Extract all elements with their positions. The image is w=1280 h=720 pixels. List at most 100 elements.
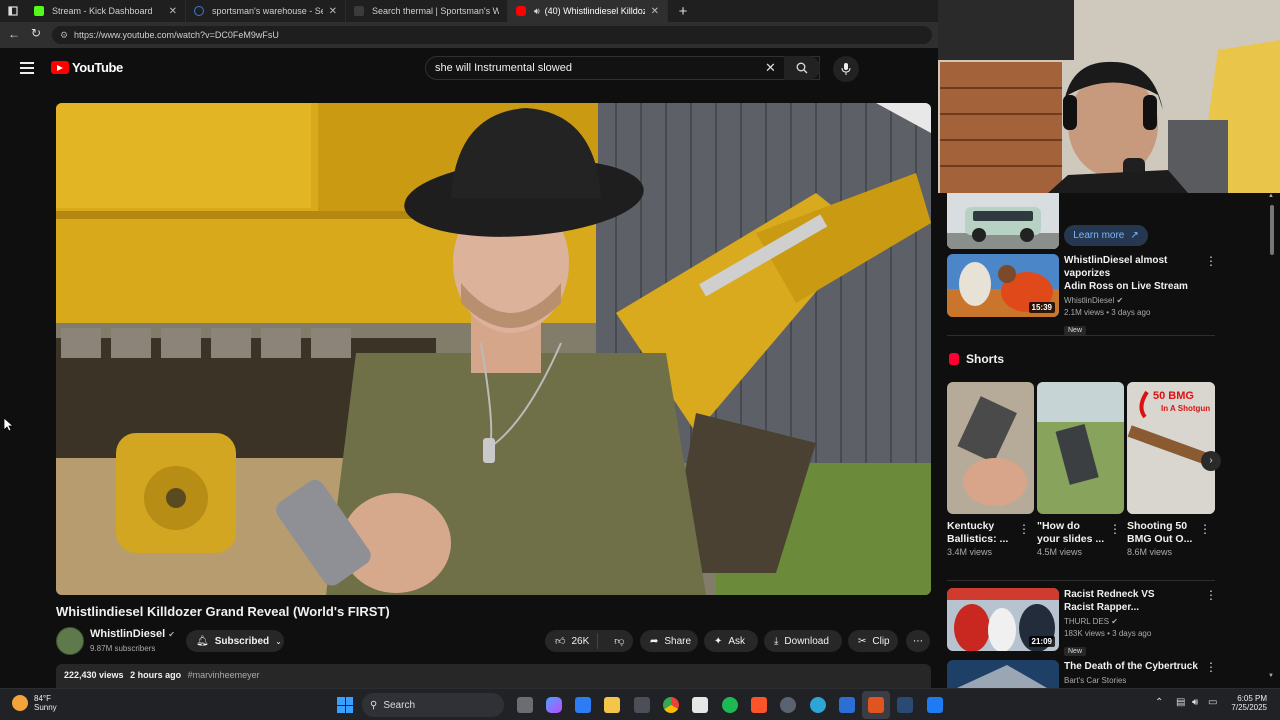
youtube-logo[interactable]: YouTube xyxy=(51,60,123,75)
dislike-button[interactable]: 👎︎ xyxy=(604,635,634,647)
more-vertical-icon[interactable]: ⋮ xyxy=(1205,254,1217,268)
download-icon: ⤓ xyxy=(774,635,779,647)
more-vertical-icon[interactable]: ⋮ xyxy=(1109,522,1121,536)
tab-sportsmans-thermal[interactable]: Search thermal | Sportsman's Wa xyxy=(346,0,508,22)
menu-icon[interactable] xyxy=(20,62,34,74)
more-vertical-icon[interactable]: ⋮ xyxy=(1199,522,1211,536)
chevron-down-icon: ⌄ xyxy=(275,636,282,646)
media-app-icon[interactable] xyxy=(692,697,708,713)
sidebar-video-meta: 2.1M views • 3 days ago xyxy=(1064,308,1151,317)
more-actions-button[interactable]: ⋯ xyxy=(906,630,930,652)
new-badge: New xyxy=(1064,326,1087,335)
sidebar-video-thumbnail[interactable]: 21:09 xyxy=(947,588,1059,651)
site-info-icon[interactable]: ⚙︎ xyxy=(60,26,68,44)
store-icon[interactable] xyxy=(634,697,650,713)
todo-icon[interactable] xyxy=(575,697,591,713)
system-clock[interactable]: 6:05 PM 7/25/2025 xyxy=(1225,694,1267,712)
app-icon[interactable] xyxy=(839,697,855,713)
brave-icon[interactable] xyxy=(751,697,767,713)
tab-sportsmans-search[interactable]: sportsman's warehouse - Search ✕ xyxy=(186,0,346,22)
subscriber-count: 9.87M subscribers xyxy=(90,644,156,653)
like-button[interactable]: 👍︎ 26K xyxy=(545,633,599,649)
subscribed-button[interactable]: 🔔︎ Subscribed ⌄ xyxy=(186,630,284,652)
upload-time: 2 hours ago xyxy=(130,670,182,680)
channel-name[interactable]: WhistlinDiesel ✔︎ xyxy=(90,628,175,640)
reload-icon[interactable]: ↻ xyxy=(31,26,41,40)
search-button[interactable] xyxy=(784,56,820,80)
speaker-icon[interactable]: 🔊︎ xyxy=(534,6,540,17)
close-tab-icon[interactable]: ✕ xyxy=(329,6,337,17)
clip-button[interactable]: ✂︎ Clip xyxy=(848,630,898,652)
thumbs-down-icon: 👎︎ xyxy=(614,636,625,647)
back-icon[interactable]: ← xyxy=(8,27,20,41)
file-explorer-icon[interactable] xyxy=(604,697,620,713)
network-icon[interactable]: ▤ xyxy=(1176,697,1185,708)
hashtag-link[interactable]: #marvinheemeyer xyxy=(188,670,260,680)
taskbar-search[interactable]: ⚲ Search xyxy=(362,693,504,717)
sidebar-video-info[interactable]: WhistlinDiesel almost vaporizes Adin Ros… xyxy=(1064,254,1204,337)
tab-list-icon[interactable] xyxy=(0,0,26,22)
sparkle-icon: ✦ xyxy=(714,635,723,647)
edge-icon[interactable] xyxy=(810,697,826,713)
tab-kick-dashboard[interactable]: Stream - Kick Dashboard ✕ xyxy=(26,0,186,22)
url-field[interactable]: ⚙︎ https://www.youtube.com/watch?v=DC0Fe… xyxy=(52,26,932,44)
close-tab-icon[interactable]: ✕ xyxy=(651,6,659,17)
facebook-icon[interactable] xyxy=(927,697,943,713)
steam-client-icon[interactable] xyxy=(897,697,913,713)
short-info[interactable]: Kentucky Ballistics: ... 3.4M views xyxy=(947,520,1025,558)
short-info[interactable]: Shooting 50 BMG Out O... 8.6M views xyxy=(1127,520,1205,558)
description-box[interactable]: 222,430 views 2 hours ago #marvinheemeye… xyxy=(56,664,931,688)
ask-button[interactable]: ✦ Ask xyxy=(704,630,758,652)
car-thumbnail xyxy=(947,193,1059,249)
close-tab-icon[interactable]: ✕ xyxy=(169,6,177,17)
ad-thumbnail[interactable] xyxy=(947,193,1059,249)
scrollbar[interactable]: ▲ ▼ xyxy=(1268,193,1276,683)
download-button[interactable]: ⤓ Download xyxy=(764,630,842,652)
short-thumbnail[interactable] xyxy=(947,382,1034,514)
short-thumbnail[interactable] xyxy=(1037,382,1124,514)
scroll-down-arrow[interactable]: ▼ xyxy=(1268,673,1274,679)
video-duration: 21:09 xyxy=(1028,636,1055,647)
chevron-up-icon[interactable]: ⌃ xyxy=(1155,697,1163,708)
more-vertical-icon[interactable]: ⋮ xyxy=(1205,588,1217,602)
youtube-header: YouTube she will Instrumental slowed ✕ xyxy=(0,48,940,90)
browser-tab-bar: Stream - Kick Dashboard ✕ sportsman's wa… xyxy=(0,0,940,22)
copilot-icon[interactable] xyxy=(546,697,562,713)
search-icon xyxy=(194,6,204,16)
shorts-icon xyxy=(949,353,959,365)
sidebar-video-info[interactable]: The Death of the Cybertruck Bart's Car S… xyxy=(1064,660,1204,687)
short-thumbnail[interactable]: 50 BMG In A Shotgun xyxy=(1127,382,1215,514)
video-player[interactable] xyxy=(56,103,931,595)
weather-widget[interactable]: 84°F Sunny xyxy=(12,694,57,712)
sidebar-video-thumbnail[interactable] xyxy=(947,660,1059,688)
streaming-app-icon[interactable] xyxy=(868,697,884,713)
search-input[interactable]: she will Instrumental slowed ✕ xyxy=(425,56,820,80)
start-button[interactable] xyxy=(337,697,353,713)
clear-search-icon[interactable]: ✕ xyxy=(765,57,776,79)
spotify-icon[interactable] xyxy=(722,697,738,713)
volume-icon[interactable]: 🔊︎ xyxy=(1192,697,1198,708)
steam-icon[interactable] xyxy=(780,697,796,713)
sidebar-video-thumbnail[interactable]: 15:39 xyxy=(947,254,1059,317)
shorts-next-button[interactable]: › xyxy=(1201,451,1221,471)
thumbs-up-icon: 👍︎ xyxy=(555,636,566,647)
sidebar-video-info[interactable]: Racist Redneck VS Racist Rapper... THURL… xyxy=(1064,588,1204,658)
scrollbar-thumb[interactable] xyxy=(1270,205,1274,255)
more-vertical-icon[interactable]: ⋮ xyxy=(1018,522,1030,536)
channel-avatar[interactable] xyxy=(56,627,84,655)
video-frame xyxy=(56,103,931,595)
new-tab-button[interactable]: + xyxy=(672,3,694,20)
more-horizontal-icon: ⋯ xyxy=(913,635,923,647)
share-button[interactable]: ➦ Share xyxy=(640,630,698,652)
scroll-up-arrow[interactable]: ▲ xyxy=(1268,193,1274,199)
learn-more-button[interactable]: Learn more ↗ xyxy=(1064,225,1148,246)
chrome-icon[interactable] xyxy=(663,697,679,713)
mouse-cursor xyxy=(4,418,14,432)
more-vertical-icon[interactable]: ⋮ xyxy=(1205,660,1217,674)
address-toolbar: ← ↻ ⚙︎ https://www.youtube.com/watch?v=D… xyxy=(0,22,940,48)
task-view-icon[interactable] xyxy=(517,697,533,713)
voice-search-button[interactable] xyxy=(833,56,859,82)
battery-icon[interactable]: ▭ xyxy=(1208,697,1217,708)
tab-youtube-video[interactable]: 🔊︎ (40) Whistlindiesel Killdozer ✕ xyxy=(508,0,668,22)
short-info[interactable]: "How do your slides ... 4.5M views xyxy=(1037,520,1115,558)
